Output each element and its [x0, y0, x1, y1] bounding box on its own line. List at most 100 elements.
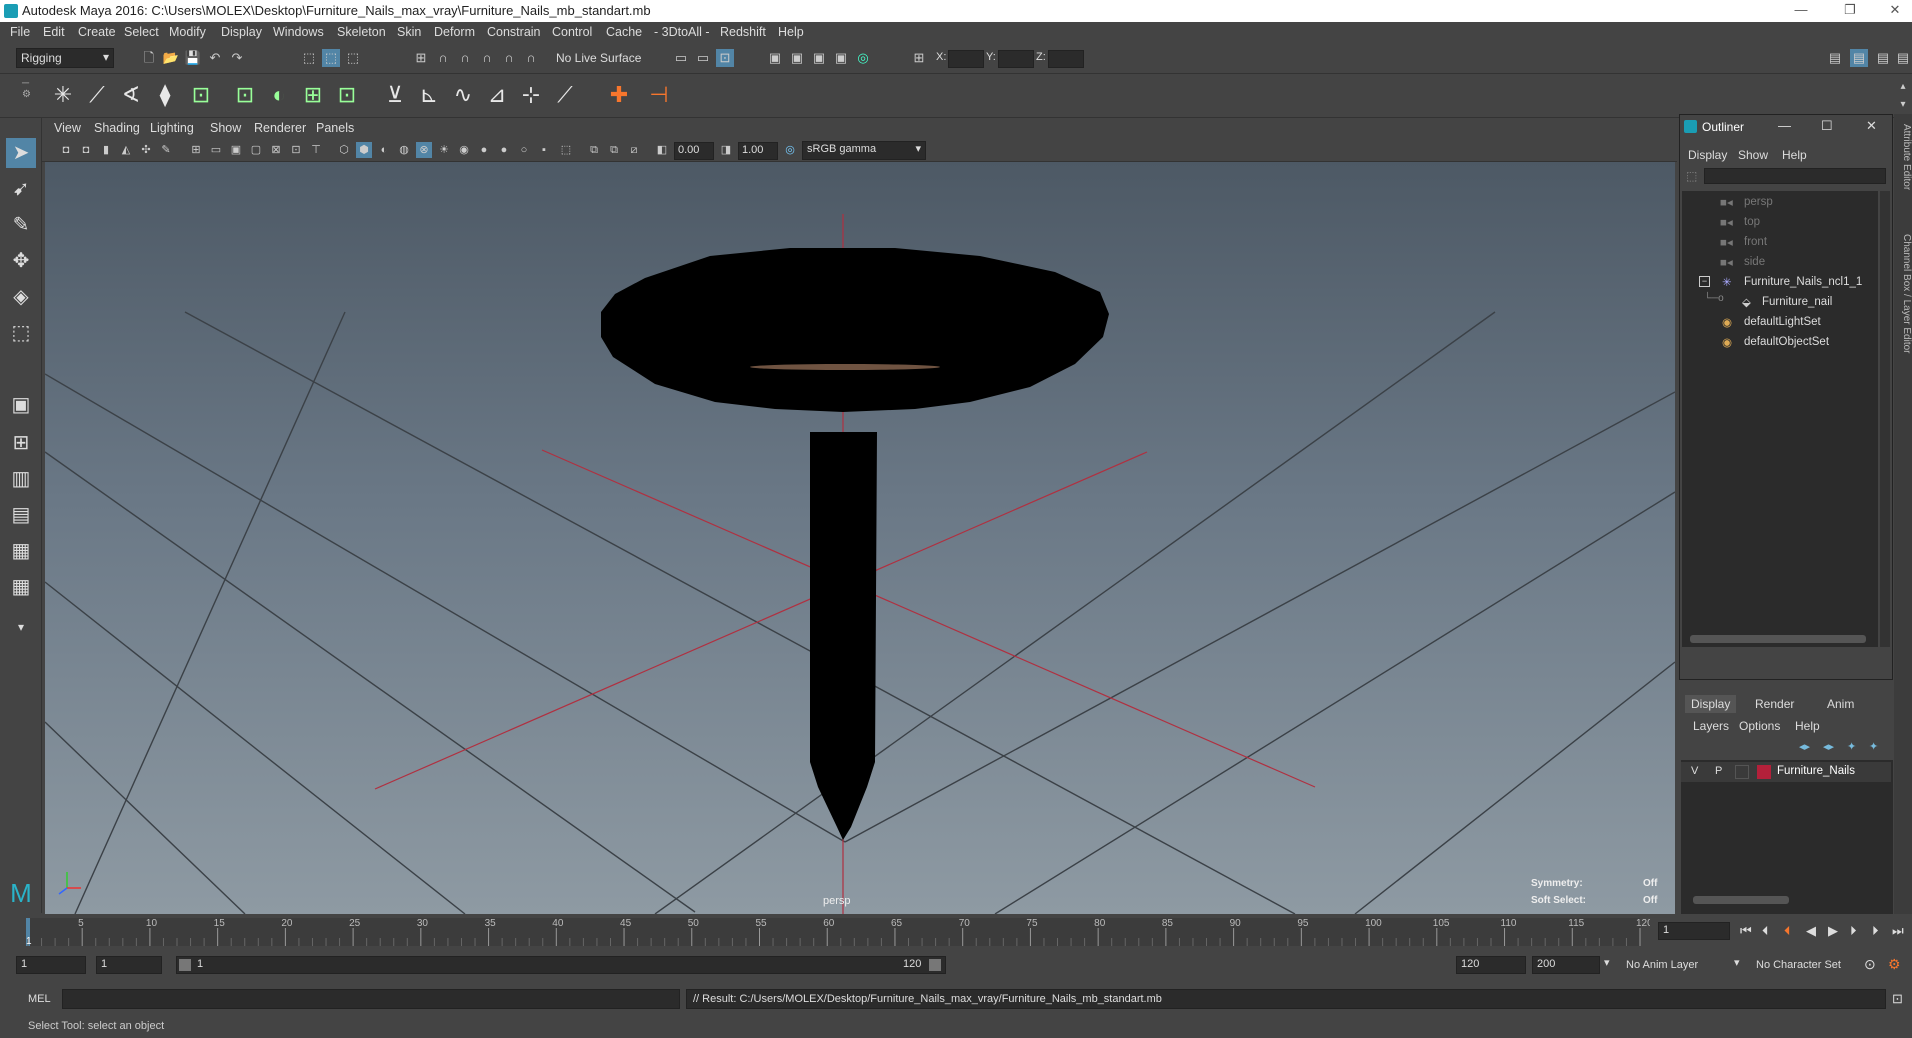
range-bar[interactable]: 1 120 [176, 956, 946, 974]
animation-end-field[interactable]: 200 [1532, 956, 1600, 974]
smooth-bind-icon[interactable]: ∿ [448, 80, 478, 110]
menu-control[interactable]: Control [552, 25, 592, 39]
transform-mode-icon[interactable]: ⊞ [910, 49, 928, 67]
anim-layer-dropdown[interactable]: No Anim Layer [1626, 959, 1698, 971]
tab-render[interactable]: Render [1755, 697, 1794, 711]
tree-item-default-light-set[interactable]: ◉ defaultLightSet [1682, 313, 1882, 333]
menu-help[interactable]: Help [778, 25, 804, 39]
tree-item-default-object-set[interactable]: ◉ defaultObjectSet [1682, 333, 1882, 353]
menu-modify[interactable]: Modify [169, 25, 206, 39]
step-back-key-icon[interactable]: ⏴ [1784, 923, 1791, 939]
select-component-icon[interactable]: ⬚ [344, 49, 362, 67]
layers-menu[interactable]: Layers [1693, 719, 1729, 733]
current-frame-field[interactable]: 1 [1658, 922, 1730, 940]
tree-item-furniture-nail[interactable]: └─o ⬙ Furniture_nail [1682, 293, 1882, 313]
output-ops-icon[interactable]: ▭ [694, 49, 712, 67]
wireframe-icon[interactable]: ⬡ [336, 142, 352, 158]
resolution-gate-icon[interactable]: ▣ [228, 142, 244, 158]
x-field[interactable] [948, 50, 984, 68]
character-set-dropdown[interactable]: No Character Set [1756, 959, 1841, 971]
select-hierarchy-icon[interactable]: ⬚ [300, 49, 318, 67]
animation-start-field[interactable]: 1 [16, 956, 86, 974]
mirror-joint-icon[interactable]: ⊡ [186, 80, 216, 110]
bind-skin-icon[interactable]: ⊻ [380, 80, 410, 110]
move-tool-icon[interactable]: ✥ [6, 246, 36, 276]
lasso-tool-icon[interactable]: ➹ [6, 174, 36, 204]
exposure-icon[interactable]: ◧ [654, 142, 670, 158]
rotate-tool-icon[interactable]: ◈ [6, 282, 36, 312]
script-editor-icon[interactable]: ⊡ [1892, 991, 1903, 1007]
step-forward-icon[interactable]: ⏵ [1872, 923, 1879, 939]
outliner-menu-show[interactable]: Show [1738, 148, 1768, 162]
xray-icon[interactable]: ⬚ [558, 142, 574, 158]
tree-item-side[interactable]: ■◂ side [1682, 253, 1882, 273]
construction-history-icon[interactable]: ⊡ [716, 49, 734, 67]
two-view-icon[interactable]: ▥ [6, 464, 36, 494]
mel-label[interactable]: MEL [28, 993, 51, 1005]
vp-menu-shading[interactable]: Shading [94, 121, 140, 135]
colorspace-dropdown[interactable]: sRGB gamma ▾ [802, 141, 926, 160]
menu-3dtoall[interactable]: - 3DtoAll - [654, 25, 710, 39]
options-menu[interactable]: Options [1739, 719, 1780, 733]
new-layer-icon[interactable]: ✦ [1847, 740, 1856, 753]
menu-skin[interactable]: Skin [397, 25, 421, 39]
nail-mesh[interactable] [601, 248, 1109, 840]
select-object-icon[interactable]: ⬚ [322, 49, 340, 67]
outliner-layout-icon[interactable]: ▤ [6, 500, 36, 530]
menu-redshift[interactable]: Redshift [720, 25, 766, 39]
menuset-dropdown[interactable]: Rigging ▾ [16, 48, 114, 68]
gamma-icon[interactable]: ◨ [718, 142, 734, 158]
layer-visibility-toggle[interactable]: V [1691, 765, 1698, 777]
y-field[interactable] [998, 50, 1034, 68]
orient-constraint-icon[interactable]: ⊹ [516, 80, 546, 110]
go-to-end-icon[interactable]: ⏭ [1892, 923, 1904, 939]
single-view-icon[interactable]: ▣ [6, 390, 36, 420]
default-material-icon[interactable]: ◐ [376, 142, 392, 158]
layer-row[interactable]: V P Furniture_Nails [1681, 762, 1891, 782]
playback-end-field[interactable]: 120 [1456, 956, 1526, 974]
scale-constraint-icon[interactable]: ⊿ [482, 80, 512, 110]
grid-toggle-icon[interactable]: ⊞ [188, 142, 204, 158]
tree-item-furniture-nails-group[interactable]: − ✳ Furniture_Nails_ncl1_1 [1682, 273, 1882, 293]
vp-menu-panels[interactable]: Panels [316, 121, 354, 135]
play-back-icon[interactable]: ◀ [1806, 923, 1816, 939]
ambient-occlusion-icon[interactable]: ◉ [456, 142, 472, 158]
paint-weights-icon[interactable]: ⊾ [414, 80, 444, 110]
collapse-icon[interactable]: − [1699, 276, 1710, 287]
time-slider[interactable]: 5 10 15 20 25 30 35 40 45 50 55 60 65 70 75 80 85 90 95 100… [0, 914, 1680, 950]
vp-menu-lighting[interactable]: Lighting [150, 121, 194, 135]
range-end-handle[interactable] [929, 959, 941, 971]
redo-icon[interactable]: ↷ [228, 49, 246, 67]
tab-display[interactable]: Display [1685, 695, 1737, 713]
menu-cache[interactable]: Cache [606, 25, 642, 39]
horizontal-scrollbar[interactable] [1690, 635, 1866, 643]
vp-menu-show[interactable]: Show [210, 121, 241, 135]
filter-icon[interactable]: ⬚ [1686, 169, 1697, 183]
preferences-icon[interactable]: ⚙ [1888, 956, 1901, 973]
outliner-menu-help[interactable]: Help [1782, 148, 1807, 162]
outliner-maximize-button[interactable]: ☐ [1821, 118, 1833, 134]
motion-blur-icon[interactable]: ● [476, 142, 492, 158]
command-input[interactable] [62, 989, 680, 1009]
go-to-start-icon[interactable]: ⏮ [1740, 923, 1752, 939]
menu-select[interactable]: Select [124, 25, 159, 39]
step-forward-key-icon[interactable]: ⏵ [1850, 923, 1857, 939]
cluster-icon[interactable]: ⊡ [230, 80, 260, 110]
textured-icon[interactable]: ◍ [396, 142, 412, 158]
vp-menu-renderer[interactable]: Renderer [254, 121, 306, 135]
menu-skeleton[interactable]: Skeleton [337, 25, 386, 39]
tab-anim[interactable]: Anim [1827, 697, 1854, 711]
snap-surface-icon[interactable]: ∩ [500, 49, 518, 67]
sidebar-toggle-icon[interactable]: ▤ [1826, 49, 1844, 67]
undo-icon[interactable]: ↶ [206, 49, 224, 67]
snap-curve-icon[interactable]: ∩ [434, 49, 452, 67]
bend-deformer-icon[interactable]: ◐ [264, 80, 294, 110]
attribute-editor-tab[interactable]: Attribute Editor [1896, 124, 1912, 190]
vertical-scrollbar[interactable] [1880, 191, 1890, 647]
scale-tool-icon[interactable]: ⬚ [6, 318, 36, 348]
menu-windows[interactable]: Windows [273, 25, 324, 39]
snap-point-icon[interactable]: ∩ [456, 49, 474, 67]
smooth-shade-icon[interactable]: ⬢ [356, 142, 372, 158]
snap-grid-icon[interactable]: ⊞ [412, 49, 430, 67]
film-gate-icon[interactable]: ▭ [208, 142, 224, 158]
